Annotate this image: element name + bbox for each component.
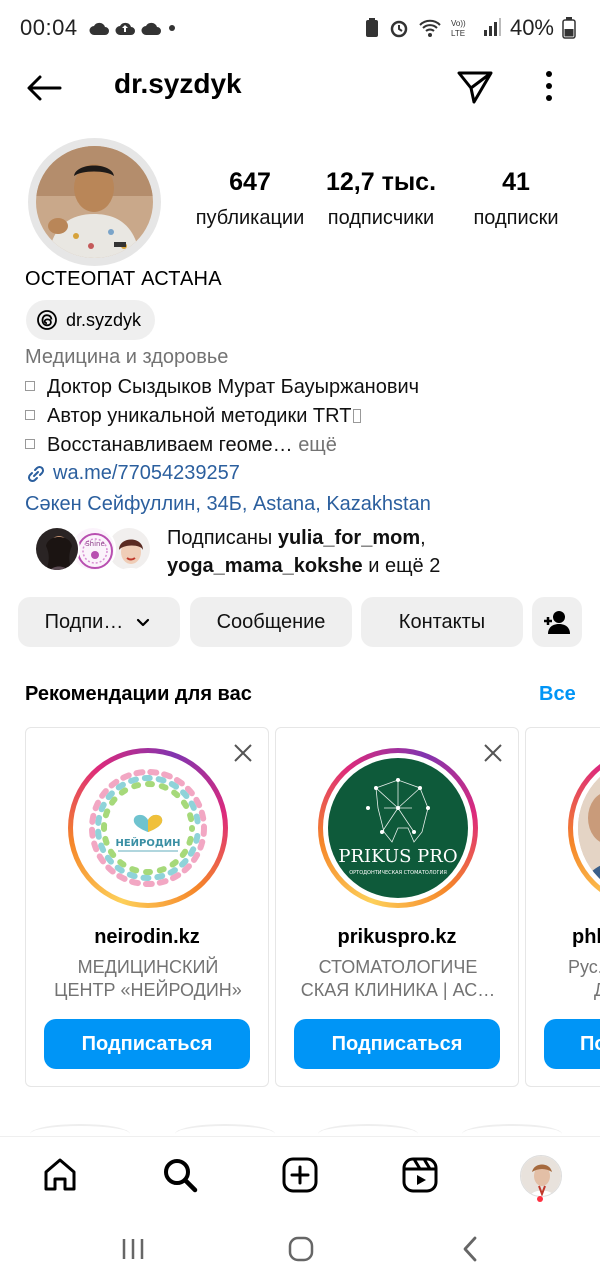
back-arrow-icon[interactable] <box>24 68 64 108</box>
chevron-down-icon <box>137 618 150 627</box>
profile-username: dr.syzdyk <box>114 68 242 99</box>
posts-label: публикации <box>195 207 305 229</box>
bio-line: Автор уникальной методики TRT <box>25 405 362 428</box>
cloud-icon <box>141 22 161 35</box>
svg-text:PRIKUS PRO: PRIKUS PRO <box>338 846 457 867</box>
followers-label: подписчики <box>327 207 435 229</box>
bio-more-link[interactable]: ещё <box>298 434 337 456</box>
system-status: Vo)) LTE 40% <box>364 15 576 41</box>
subscribed-button[interactable]: Подпи… <box>18 597 180 647</box>
dot-icon <box>168 25 175 31</box>
follow-button[interactable]: Подписаться <box>294 1019 500 1069</box>
svg-text:ОРТОДОНТИЧЕСКАЯ СТОМАТОЛОГИЯ: ОРТОДОНТИЧЕСКАЯ СТОМАТОЛОГИЯ <box>349 870 447 876</box>
recommendation-card[interactable]: PRIKUS PRO ОРТОДОНТИЧЕСКАЯ СТОМАТОЛОГИЯ … <box>275 727 519 1087</box>
recommendation-description: СТОМАТОЛОГИЧЕ СКАЯ КЛИНИКА | АС… <box>300 957 496 1000</box>
cloud-download-icon <box>89 22 109 35</box>
notification-icons <box>88 19 178 37</box>
story-ring: НЕЙРОДИН <box>68 748 228 908</box>
lte-icon: Vo))LTE <box>451 19 466 38</box>
category-label: Медицина и здоровье <box>25 346 229 368</box>
battery-percent: 40% <box>509 15 554 40</box>
home-button-icon[interactable] <box>286 1234 316 1264</box>
checkbox-glyph-icon <box>25 410 35 420</box>
cloud-upload-icon <box>115 22 135 35</box>
close-icon[interactable] <box>232 742 254 764</box>
send-icon[interactable] <box>455 66 495 106</box>
bottom-navigation <box>0 1136 600 1214</box>
following-count: 41 <box>502 168 530 196</box>
followed-by[interactable]: Shine Подписаны yulia_for_mom, yoga_mama… <box>34 524 594 578</box>
profile-stats: 647 публикации 12,7 тыс. подписчики 41 п… <box>185 168 585 230</box>
profile-tab-avatar[interactable] <box>520 1155 562 1197</box>
home-icon[interactable] <box>40 1155 80 1195</box>
recommendation-avatar: НЕЙРОДИН <box>78 758 218 898</box>
recommendation-description: Рус.Д <box>568 957 600 1000</box>
checkbox-glyph-icon <box>25 439 35 449</box>
recommendation-avatar: PRIKUS PRO ОРТОДОНТИЧЕСКАЯ СТОМАТОЛОГИЯ <box>328 758 468 898</box>
recommendation-description: МЕДИЦИНСКИЙ ЦЕНТР «НЕЙРОДИН» <box>54 957 242 1000</box>
signal-icon <box>483 18 501 36</box>
follow-button[interactable]: По <box>544 1019 600 1069</box>
alarm-icon <box>390 20 408 38</box>
story-ring: PRIKUS PRO ОРТОДОНТИЧЕСКАЯ СТОМАТОЛОГИЯ <box>318 748 478 908</box>
battery-icon <box>562 17 576 39</box>
story-ring <box>568 748 600 908</box>
search-icon[interactable] <box>160 1155 200 1195</box>
recommendation-username[interactable]: neirodin.kz <box>26 926 268 949</box>
contacts-button[interactable]: Контакты <box>361 597 523 647</box>
recommendation-avatar <box>578 758 600 898</box>
followed-by-text[interactable]: Подписаны yulia_for_mom, yoga_mama_koksh… <box>167 524 440 580</box>
add-user-icon <box>544 611 570 634</box>
recommendation-card[interactable]: НЕЙРОДИН neirodin.kz МЕДИЦИНСКИЙ ЦЕНТР «Н… <box>25 727 269 1087</box>
followers-stat[interactable]: 12,7 тыс. подписчики <box>315 168 447 230</box>
see-all-link[interactable]: Все <box>539 683 576 706</box>
svg-text:НЕЙРОДИН: НЕЙРОДИН <box>115 836 180 849</box>
follower-username[interactable]: yulia_for_mom <box>278 527 420 549</box>
followers-count: 12,7 тыс. <box>325 168 437 196</box>
link-icon <box>27 465 45 482</box>
status-bar: 00:04 Vo)) LTE 40% <box>0 0 600 56</box>
system-navigation-bar <box>0 1214 600 1286</box>
recent-apps-icon[interactable] <box>118 1234 148 1264</box>
following-stat[interactable]: 41 подписки <box>447 168 585 230</box>
close-icon[interactable] <box>482 742 504 764</box>
message-button[interactable]: Сообщение <box>190 597 352 647</box>
create-post-icon[interactable] <box>280 1155 320 1195</box>
threads-handle: dr.syzdyk <box>66 309 142 330</box>
reels-icon[interactable] <box>400 1155 440 1195</box>
svg-text:Shine: Shine <box>85 540 105 548</box>
bio-line: Восстанавливаем геоме… ещё <box>25 434 337 457</box>
address-link[interactable]: Сәкен Сейфуллин, 34Б, Astana, Kazakhstan <box>25 493 431 516</box>
more-vertical-icon[interactable] <box>536 66 562 106</box>
display-name: ОСТЕОПАТ АСТАНА <box>25 268 222 290</box>
wifi-icon <box>419 19 441 37</box>
whatsapp-link[interactable]: wa.me/77054239257 <box>25 462 240 485</box>
recommendations-title: Рекомендации для вас <box>25 683 252 705</box>
posts-stat[interactable]: 647 публикации <box>185 168 315 230</box>
follower-username[interactable]: yoga_mama_kokshe <box>167 555 363 577</box>
recommendation-username[interactable]: phl <box>572 926 600 949</box>
battery-saver-icon <box>365 18 378 37</box>
svg-text:Vo)): Vo)) <box>451 19 466 28</box>
unknown-glyph-icon <box>353 409 362 423</box>
profile-header: dr.syzdyk <box>0 56 600 118</box>
suggested-users-button[interactable] <box>532 597 582 647</box>
threads-badge[interactable]: dr.syzdyk <box>26 300 156 340</box>
posts-count: 647 <box>229 168 271 196</box>
profile-actions: Подпи… Сообщение Контакты <box>18 597 584 647</box>
threads-icon <box>37 310 57 330</box>
checkbox-glyph-icon <box>25 381 35 391</box>
notification-dot <box>537 1196 543 1202</box>
following-label: подписки <box>473 207 559 229</box>
follower-avatar <box>34 526 80 572</box>
recommendation-username[interactable]: prikuspro.kz <box>276 926 518 949</box>
svg-text:LTE: LTE <box>451 29 465 38</box>
back-button-icon[interactable] <box>456 1234 486 1264</box>
recommendation-card[interactable]: phl Рус.Д По <box>525 727 600 1087</box>
profile-avatar[interactable] <box>36 146 153 258</box>
follow-button[interactable]: Подписаться <box>44 1019 250 1069</box>
status-time: 00:04 <box>20 15 78 40</box>
bio-line: Доктор Сыздыков Мурат Бауыржанович <box>25 376 419 399</box>
